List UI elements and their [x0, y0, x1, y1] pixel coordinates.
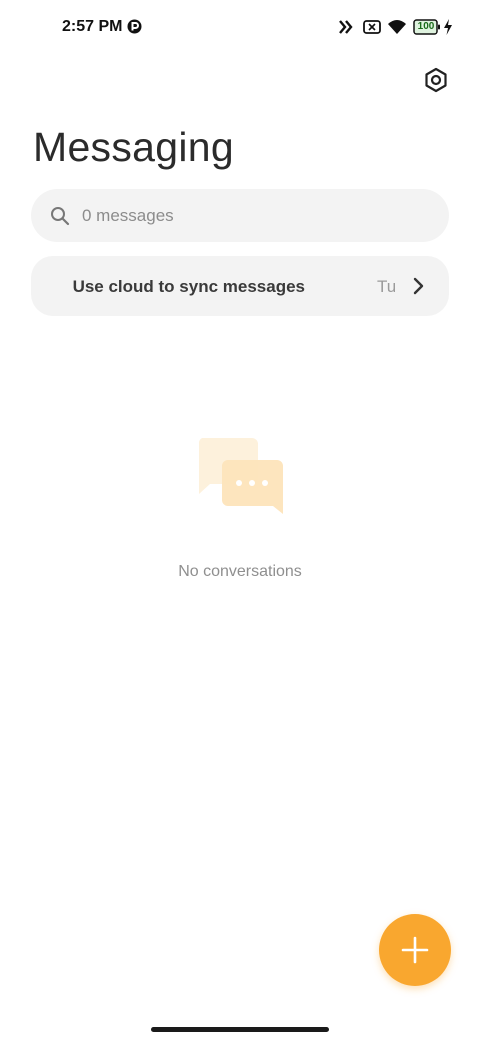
empty-state-text: No conversations	[178, 563, 302, 580]
search-icon	[51, 207, 70, 226]
sync-text-fade	[51, 256, 71, 316]
cloud-sync-banner[interactable]: Use cloud to sync messages Turn on	[31, 256, 449, 316]
chevron-right-icon	[413, 277, 424, 295]
page-title: Messaging	[33, 124, 234, 170]
chat-bubbles-icon	[198, 438, 283, 514]
search-bar[interactable]: 0 messages	[31, 189, 449, 242]
status-time: 2:57 PM	[62, 18, 123, 35]
settings-icon	[425, 67, 447, 93]
data-saver-icon	[339, 20, 353, 34]
settings-button[interactable]	[420, 64, 452, 96]
sync-text-clip: Use cloud to sync messages	[51, 256, 391, 316]
new-message-button[interactable]	[379, 914, 451, 986]
status-bar: 2:57 PM 100	[0, 0, 480, 56]
plus-icon	[401, 936, 429, 964]
battery-icon: 100	[413, 17, 441, 37]
sync-action-clip: Turn on	[377, 256, 395, 316]
charging-bolt-icon	[444, 19, 452, 35]
search-placeholder: 0 messages	[82, 206, 174, 225]
battery-level: 100	[417, 21, 435, 32]
home-indicator[interactable]	[151, 1027, 329, 1032]
sync-banner-text: Use cloud to sync messages	[72, 277, 305, 296]
wifi-icon	[388, 20, 406, 34]
p-icon	[127, 19, 142, 34]
messaging-screen: 2:57 PM 100 Messaging 0 messages Use clo…	[0, 0, 480, 1040]
sync-turn-on-label[interactable]: Turn on	[377, 277, 395, 297]
no-sim-icon	[363, 20, 381, 34]
